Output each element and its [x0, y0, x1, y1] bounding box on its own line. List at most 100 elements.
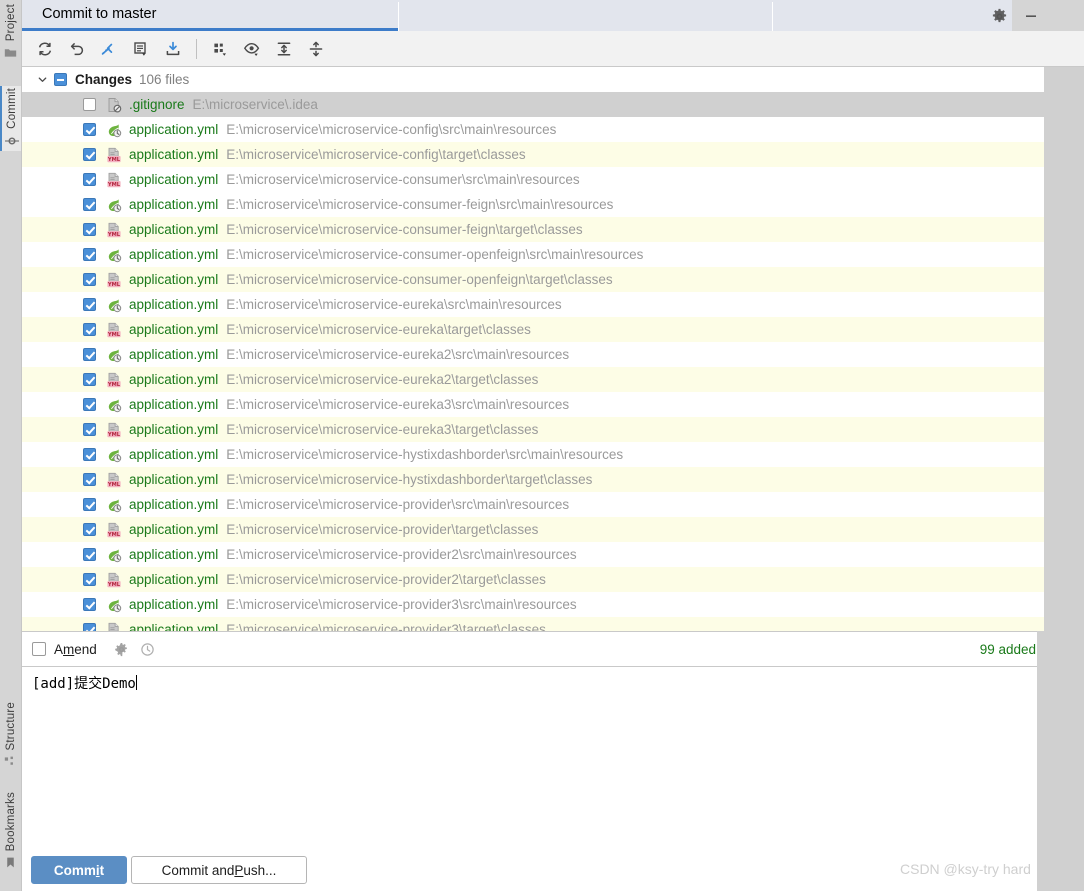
- file-row-path: E:\microservice\microservice-consumer-op…: [226, 247, 644, 262]
- table-row[interactable]: YML application.yml E:\microservice\micros…: [22, 367, 1084, 392]
- file-row-checkbox[interactable]: [83, 448, 96, 461]
- sidebar-item-commit-label: Commit: [5, 88, 18, 129]
- table-row[interactable]: YML application.yml E:\microservice\micros…: [22, 567, 1084, 592]
- amend-checkbox[interactable]: [32, 642, 46, 656]
- table-row[interactable]: YML application.yml E:\microservice\micros…: [22, 467, 1084, 492]
- file-row-path: E:\microservice\microservice-provider2\t…: [226, 572, 546, 587]
- tool-window-tabbar: Commit to master: [22, 0, 1084, 31]
- file-row-checkbox[interactable]: [83, 423, 96, 436]
- gear-icon[interactable]: [111, 638, 133, 660]
- changes-group-header[interactable]: Changes 106 files: [22, 67, 1084, 92]
- file-row-path: E:\microservice\microservice-eureka2\src…: [226, 347, 570, 362]
- file-row-checkbox[interactable]: [83, 173, 96, 186]
- table-row[interactable]: YML application.yml E:\microservice\micros…: [22, 517, 1084, 542]
- table-row[interactable]: YML application.yml E:\microservice\micros…: [22, 167, 1084, 192]
- file-row-checkbox[interactable]: [83, 498, 96, 511]
- file-row-path: E:\microservice\microservice-config\targ…: [226, 147, 526, 162]
- preview-diff-icon[interactable]: [237, 34, 267, 64]
- file-row-checkbox[interactable]: [83, 548, 96, 561]
- yml-file-icon: YML: [106, 622, 122, 631]
- commit-button[interactable]: Comm i t: [31, 856, 127, 884]
- commit-message-input[interactable]: [add]提交Demo: [32, 675, 1027, 693]
- table-row[interactable]: application.yml E:\microservice\microserv…: [22, 592, 1084, 617]
- changes-tristate-checkbox[interactable]: [54, 73, 67, 86]
- file-row-checkbox[interactable]: [83, 98, 96, 111]
- spring-yml-icon: [106, 347, 122, 363]
- file-row-checkbox[interactable]: [83, 323, 96, 336]
- commit-message-area[interactable]: [add]提交Demo: [22, 667, 1037, 849]
- chevron-down-icon[interactable]: [34, 72, 50, 88]
- file-row-checkbox[interactable]: [83, 623, 96, 631]
- table-row[interactable]: YML application.yml E:\microservice\micros…: [22, 217, 1084, 242]
- group-by-icon[interactable]: [205, 34, 235, 64]
- table-row[interactable]: application.yml E:\microservice\microserv…: [22, 117, 1084, 142]
- tab-commit-to-master[interactable]: Commit to master: [22, 0, 398, 31]
- file-row-checkbox[interactable]: [83, 348, 96, 361]
- commit-and-push-accel: P: [234, 862, 244, 878]
- file-row-checkbox[interactable]: [83, 248, 96, 261]
- file-row-name: application.yml: [129, 272, 219, 287]
- file-row-path: E:\microservice\microservice-hystixdashb…: [226, 447, 624, 462]
- file-row-name: application.yml: [129, 547, 219, 562]
- shelve-changes-icon[interactable]: [94, 34, 124, 64]
- tab-commit-to-master-label: Commit to master: [42, 6, 157, 22]
- sidebar-item-commit[interactable]: Commit: [0, 86, 21, 151]
- file-row-path: E:\microservice\microservice-provider\sr…: [226, 497, 570, 512]
- table-row[interactable]: application.yml E:\microservice\microserv…: [22, 392, 1084, 417]
- table-row[interactable]: application.yml E:\microservice\microserv…: [22, 442, 1084, 467]
- table-row[interactable]: YML application.yml E:\microservice\micros…: [22, 267, 1084, 292]
- yml-file-icon: YML: [106, 172, 122, 188]
- file-list-scrollbar-track[interactable]: [1033, 67, 1044, 631]
- minimize-icon[interactable]: [1020, 5, 1042, 27]
- changes-file-list[interactable]: Changes 106 files .gitignore E:\microserv…: [22, 67, 1084, 631]
- file-row-name: application.yml: [129, 622, 219, 631]
- table-row[interactable]: YML application.yml E:\microservice\micros…: [22, 417, 1084, 442]
- clock-icon[interactable]: [137, 638, 159, 660]
- table-row[interactable]: application.yml E:\microservice\microserv…: [22, 342, 1084, 367]
- refresh-changes-icon[interactable]: [30, 34, 60, 64]
- table-row[interactable]: application.yml E:\microservice\microserv…: [22, 542, 1084, 567]
- amend-label-accel: m: [63, 641, 75, 657]
- file-row-path: E:\microservice\microservice-consumer\sr…: [226, 172, 580, 187]
- commit-and-push-button[interactable]: Commit and Push...: [131, 856, 307, 884]
- collapse-all-icon[interactable]: [301, 34, 331, 64]
- svg-text:YML: YML: [107, 381, 121, 387]
- table-row[interactable]: application.yml E:\microservice\microserv…: [22, 192, 1084, 217]
- sidebar-item-project[interactable]: Project: [0, 2, 21, 62]
- file-row-checkbox[interactable]: [83, 273, 96, 286]
- amend-bar-right-filler: [1037, 631, 1084, 667]
- yml-file-icon: YML: [106, 222, 122, 238]
- file-row-checkbox[interactable]: [83, 223, 96, 236]
- amend-label[interactable]: Amend: [54, 642, 97, 657]
- file-row-path: E:\microservice\microservice-eureka2\tar…: [226, 372, 539, 387]
- file-row-checkbox[interactable]: [83, 398, 96, 411]
- file-row-checkbox[interactable]: [83, 473, 96, 486]
- file-row-checkbox[interactable]: [83, 598, 96, 611]
- file-row-name: application.yml: [129, 247, 219, 262]
- file-row-checkbox[interactable]: [83, 523, 96, 536]
- table-row[interactable]: YML application.yml E:\microservice\micros…: [22, 617, 1084, 631]
- file-row-checkbox[interactable]: [83, 148, 96, 161]
- show-diff-icon[interactable]: [126, 34, 156, 64]
- file-row-checkbox[interactable]: [83, 298, 96, 311]
- table-row[interactable]: .gitignore E:\microservice\.idea: [22, 92, 1084, 117]
- yml-file-icon: YML: [106, 372, 122, 388]
- table-row[interactable]: YML application.yml E:\microservice\micros…: [22, 142, 1084, 167]
- file-row-checkbox[interactable]: [83, 373, 96, 386]
- rollback-icon[interactable]: [62, 34, 92, 64]
- table-row[interactable]: YML application.yml E:\microservice\micros…: [22, 317, 1084, 342]
- file-row-checkbox[interactable]: [83, 198, 96, 211]
- table-row[interactable]: application.yml E:\microservice\microserv…: [22, 242, 1084, 267]
- file-row-checkbox[interactable]: [83, 123, 96, 136]
- update-project-icon[interactable]: [158, 34, 188, 64]
- sidebar-item-structure[interactable]: Structure: [0, 700, 21, 771]
- table-row[interactable]: application.yml E:\microservice\microserv…: [22, 292, 1084, 317]
- file-row-checkbox[interactable]: [83, 573, 96, 586]
- folder-icon: [4, 43, 17, 62]
- sidebar-item-bookmarks[interactable]: Bookmarks: [0, 790, 21, 872]
- gear-icon[interactable]: [988, 5, 1010, 27]
- table-row[interactable]: application.yml E:\microservice\microserv…: [22, 492, 1084, 517]
- svg-text:YML: YML: [107, 231, 121, 237]
- file-row-path: E:\microservice\microservice-consumer-fe…: [226, 197, 614, 212]
- expand-all-icon[interactable]: [269, 34, 299, 64]
